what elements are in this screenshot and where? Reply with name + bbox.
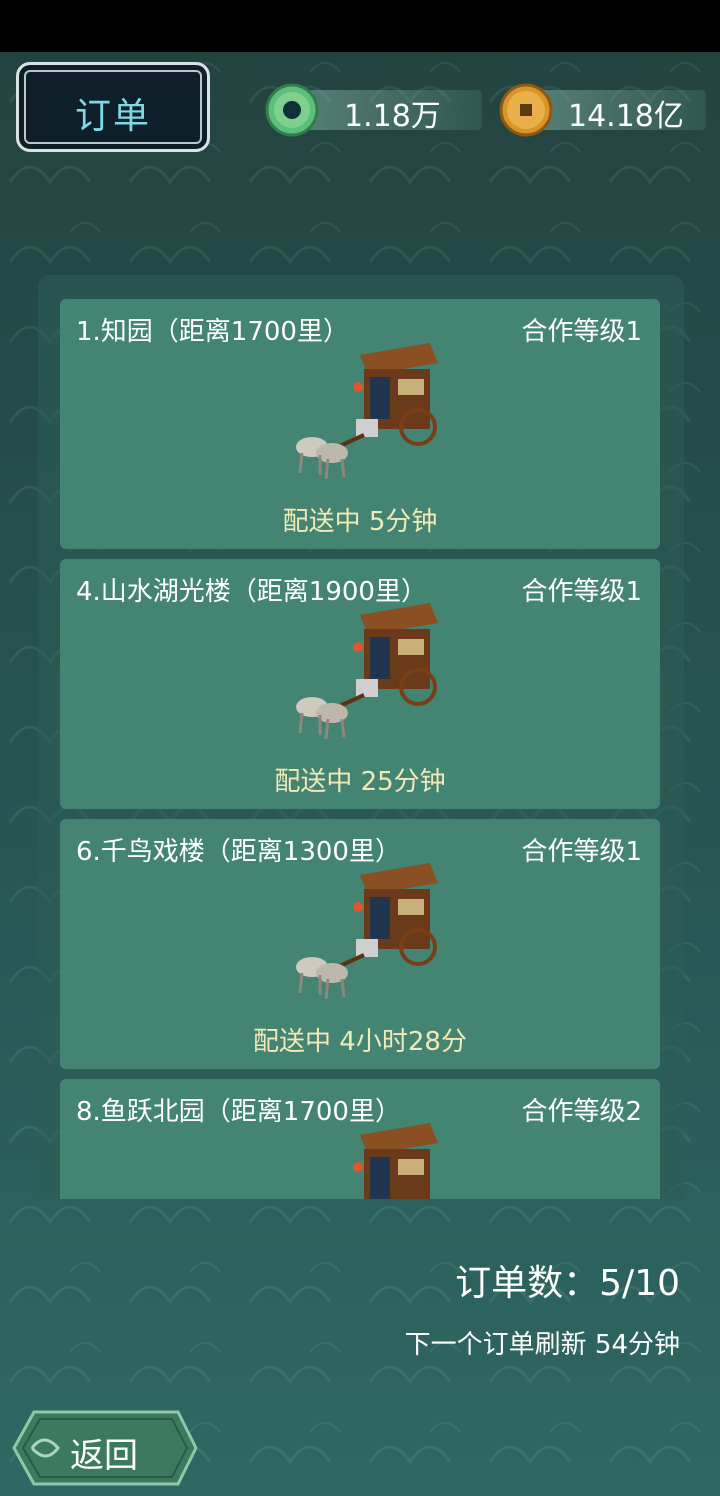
horse-carriage-icon xyxy=(296,863,438,1000)
horse-carriage-icon xyxy=(296,603,438,740)
back-button[interactable]: 返回 xyxy=(12,1410,198,1486)
delivery-status: 配送中 25分钟 xyxy=(274,767,446,797)
jade-currency: 1.18万 xyxy=(264,82,494,138)
status-bar xyxy=(0,0,720,52)
order-level: 合作等级1 xyxy=(521,317,642,347)
page-title: 订单 xyxy=(74,96,151,137)
page-title-plate: 订单 xyxy=(16,62,210,152)
jade-disc-icon xyxy=(265,83,319,137)
refresh-timer: 下一个订单刷新 54分钟 xyxy=(404,1330,680,1360)
order-card[interactable]: 4.山水湖光楼（距离1900里） 合作等级1 配送中 25分钟 xyxy=(60,559,660,809)
order-list[interactable]: 1.知园（距离1700里） 合作等级1 配送中 5分钟 4.山水湖光楼（距离19… xyxy=(38,275,684,1199)
order-level: 合作等级1 xyxy=(521,577,642,607)
order-level: 合作等级2 xyxy=(521,1097,642,1127)
order-card[interactable]: 8.鱼跃北园（距离1700里） 合作等级2 xyxy=(60,1079,660,1199)
coin-amount: 14.18亿 xyxy=(568,99,684,134)
order-card[interactable]: 6.千鸟戏楼（距离1300里） 合作等级1 配送中 4小时28分 xyxy=(60,819,660,1069)
back-button-label: 返回 xyxy=(70,1436,138,1476)
coin-currency: 14.18亿 xyxy=(498,82,708,138)
jade-amount: 1.18万 xyxy=(344,99,441,134)
delivery-status: 配送中 4小时28分 xyxy=(253,1027,467,1057)
copper-coin-icon xyxy=(499,83,553,137)
horse-carriage-icon xyxy=(296,343,438,480)
order-card[interactable]: 1.知园（距离1700里） 合作等级1 配送中 5分钟 xyxy=(60,299,660,549)
order-level: 合作等级1 xyxy=(521,837,642,867)
delivery-status: 配送中 5分钟 xyxy=(282,507,438,537)
horse-carriage-icon xyxy=(353,1123,438,1199)
order-count: 订单数：5/10 xyxy=(455,1263,680,1304)
